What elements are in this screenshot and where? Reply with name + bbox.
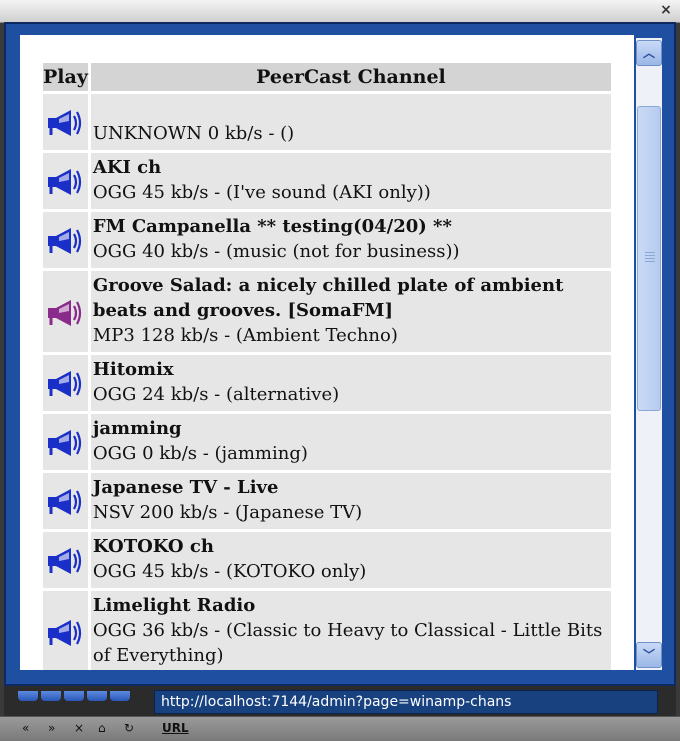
channel-cell: Groove Salad: a nicely chilled plate of … [90, 271, 611, 352]
tab-button[interactable] [41, 691, 61, 701]
home-icon[interactable]: ⌂ [98, 721, 106, 735]
speaker-icon[interactable] [45, 295, 85, 329]
play-cell [43, 591, 88, 670]
address-area: http://localhost:7144/admin?page=winamp-… [4, 686, 676, 716]
channel-name[interactable] [93, 96, 609, 121]
play-cell [43, 153, 88, 209]
play-cell [43, 414, 88, 470]
channel-info: OGG 24 kb/s - (alternative) [92, 384, 340, 405]
channel-name[interactable]: FM Campanella ** testing(04/20) ** [93, 214, 609, 239]
tab-button[interactable] [110, 691, 130, 701]
scroll-down-button[interactable]: ﹀ [636, 642, 662, 668]
table-row: Groove Salad: a nicely chilled plate of … [43, 271, 611, 352]
channel-info: OGG 45 kb/s - (I've sound (AKI only)) [92, 182, 431, 203]
speaker-icon[interactable] [45, 223, 85, 257]
speaker-icon[interactable] [45, 425, 85, 459]
channel-cell: Hitomix OGG 24 kb/s - (alternative) [90, 355, 611, 411]
channel-info: OGG 40 kb/s - (music (not for business)) [92, 241, 460, 262]
speaker-icon[interactable] [45, 615, 85, 649]
forward-icon[interactable]: » [48, 721, 55, 735]
channel-info: OGG 36 kb/s - (Classic to Heavy to Class… [92, 620, 603, 666]
table-row: Limelight Radio OGG 36 kb/s - (Classic to… [43, 591, 611, 670]
tab-button[interactable] [18, 691, 38, 701]
column-header-channel: PeerCast Channel [90, 63, 611, 91]
channel-table: Play PeerCast Channel UNKNOWN 0 kb/s - (… [40, 60, 614, 670]
title-bar: × [0, 0, 680, 23]
speaker-icon[interactable] [45, 366, 85, 400]
play-cell [43, 473, 88, 529]
grip-icon [645, 252, 655, 264]
tab-button[interactable] [64, 691, 84, 701]
back-icon[interactable]: « [22, 721, 29, 735]
channel-cell: FM Campanella ** testing(04/20) ** OGG 40… [90, 212, 611, 268]
table-row: Hitomix OGG 24 kb/s - (alternative) [43, 355, 611, 411]
speaker-icon[interactable] [45, 484, 85, 518]
vertical-scrollbar[interactable]: ︿ ﹀ [636, 38, 662, 670]
channel-name[interactable]: KOTOKO ch [93, 534, 609, 559]
channel-name[interactable]: Limelight Radio [93, 593, 609, 618]
column-header-play: Play [43, 63, 88, 91]
channel-cell: Japanese TV - Live NSV 200 kb/s - (Japane… [90, 473, 611, 529]
table-row: UNKNOWN 0 kb/s - () [43, 94, 611, 150]
stop-icon[interactable]: × [74, 721, 84, 735]
table-row: jamming OGG 0 kb/s - (jamming) [43, 414, 611, 470]
table-row: Japanese TV - Live NSV 200 kb/s - (Japane… [43, 473, 611, 529]
play-cell [43, 271, 88, 352]
scroll-up-button[interactable]: ︿ [636, 40, 662, 66]
channel-rows: UNKNOWN 0 kb/s - () AKI ch OGG 45 kb/s - (… [43, 94, 611, 670]
play-cell [43, 532, 88, 588]
play-cell [43, 355, 88, 411]
refresh-icon[interactable]: ↻ [124, 721, 134, 735]
url-field[interactable]: http://localhost:7144/admin?page=winamp-… [154, 690, 658, 714]
channel-name[interactable]: AKI ch [93, 155, 609, 180]
channel-cell: Limelight Radio OGG 36 kb/s - (Classic to… [90, 591, 611, 670]
play-cell [43, 94, 88, 150]
navigation-bar: « » × ⌂ ↻ URL [0, 716, 680, 741]
play-cell [43, 212, 88, 268]
table-header-row: Play PeerCast Channel [43, 63, 611, 91]
channel-info: OGG 0 kb/s - (jamming) [92, 443, 308, 464]
tab-button[interactable] [87, 691, 107, 701]
scroll-thumb[interactable] [637, 106, 661, 411]
window-tab-buttons [18, 686, 133, 701]
channel-info: UNKNOWN 0 kb/s - () [92, 123, 295, 144]
channel-name[interactable]: Japanese TV - Live [93, 475, 609, 500]
table-row: AKI ch OGG 45 kb/s - (I've sound (AKI onl… [43, 153, 611, 209]
channel-name[interactable]: jamming [93, 416, 609, 441]
close-icon[interactable]: × [658, 2, 674, 18]
channel-cell: jamming OGG 0 kb/s - (jamming) [90, 414, 611, 470]
channel-cell: UNKNOWN 0 kb/s - () [90, 94, 611, 150]
speaker-icon[interactable] [45, 543, 85, 577]
channel-info: OGG 45 kb/s - (KOTOKO only) [92, 561, 367, 582]
channel-name[interactable]: Groove Salad: a nicely chilled plate of … [93, 273, 609, 323]
speaker-icon[interactable] [45, 105, 85, 139]
speaker-icon[interactable] [45, 164, 85, 198]
channel-list-page: Play PeerCast Channel UNKNOWN 0 kb/s - (… [20, 35, 634, 670]
channel-cell: KOTOKO ch OGG 45 kb/s - (KOTOKO only) [90, 532, 611, 588]
channel-name[interactable]: Hitomix [93, 357, 609, 382]
channel-info: NSV 200 kb/s - (Japanese TV) [92, 502, 363, 523]
table-row: FM Campanella ** testing(04/20) ** OGG 40… [43, 212, 611, 268]
channel-info: MP3 128 kb/s - (Ambient Techno) [92, 325, 398, 346]
channel-cell: AKI ch OGG 45 kb/s - (I've sound (AKI onl… [90, 153, 611, 209]
table-row: KOTOKO ch OGG 45 kb/s - (KOTOKO only) [43, 532, 611, 588]
url-button[interactable]: URL [162, 721, 189, 735]
